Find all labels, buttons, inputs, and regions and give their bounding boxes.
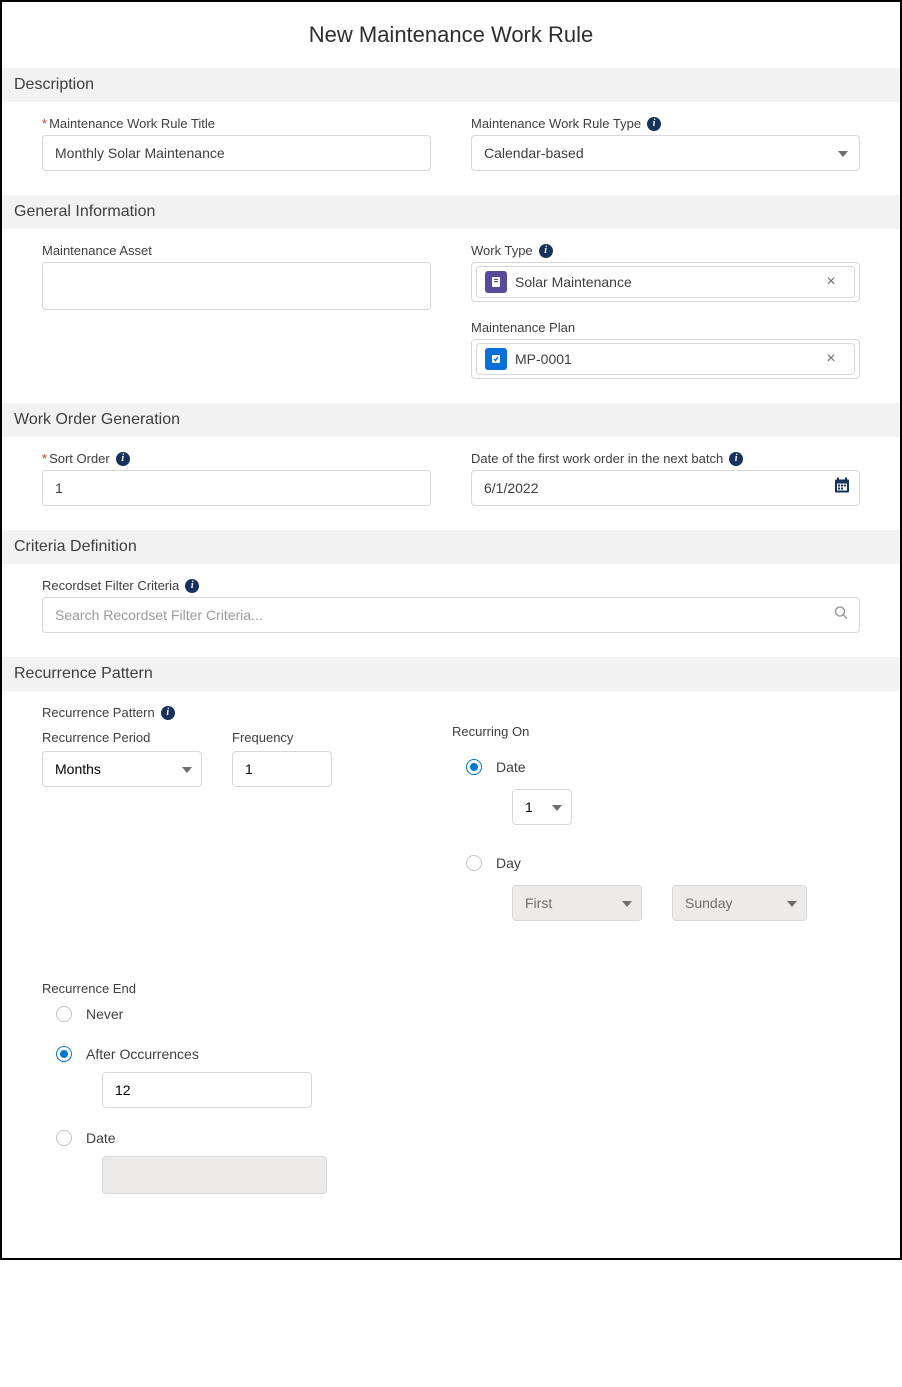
worktype-lookup[interactable]: Solar Maintenance × <box>471 262 860 302</box>
section-body-workorder: *Sort Order i Date of the first work ord… <box>2 437 900 530</box>
info-icon[interactable]: i <box>185 579 199 593</box>
filter-search-input[interactable] <box>42 597 860 633</box>
worktype-value: Solar Maintenance <box>515 274 814 290</box>
frequency-label: Frequency <box>232 730 332 745</box>
info-icon[interactable]: i <box>539 244 553 258</box>
end-date-input[interactable] <box>102 1156 327 1194</box>
radio-end-date[interactable] <box>56 1130 72 1146</box>
page-title: New Maintenance Work Rule <box>2 22 900 48</box>
info-icon[interactable]: i <box>161 706 175 720</box>
asset-input[interactable] <box>42 262 431 310</box>
section-header-recurrence: Recurrence Pattern <box>2 657 900 691</box>
close-icon[interactable]: × <box>822 350 840 368</box>
filter-label: Recordset Filter Criteria i <box>42 578 860 593</box>
radio-end-after[interactable] <box>56 1046 72 1062</box>
worktype-label: Work Type i <box>471 243 860 258</box>
type-select[interactable] <box>471 135 860 171</box>
info-icon[interactable]: i <box>647 117 661 131</box>
sort-input[interactable] <box>42 470 431 506</box>
firstdate-label: Date of the first work order in the next… <box>471 451 860 466</box>
day-ordinal-select[interactable] <box>512 885 642 921</box>
radio-end-never-label: Never <box>86 1006 123 1022</box>
section-body-general: Maintenance Asset Work Type i Solar M <box>2 229 900 403</box>
calendar-icon[interactable] <box>834 478 850 499</box>
period-select[interactable] <box>42 751 202 787</box>
section-body-recurrence: Recurrence Pattern i Recurrence Period <box>2 691 900 1218</box>
firstdate-input[interactable] <box>471 470 860 506</box>
radio-date-label: Date <box>496 759 526 775</box>
section-body-criteria: Recordset Filter Criteria i <box>2 564 900 657</box>
section-header-description: Description <box>2 68 900 102</box>
radio-date[interactable] <box>466 759 482 775</box>
type-label: Maintenance Work Rule Type i <box>471 116 860 131</box>
plan-label: Maintenance Plan <box>471 320 860 335</box>
title-input[interactable] <box>42 135 431 171</box>
section-body-description: *Maintenance Work Rule Title Maintenance… <box>2 102 900 195</box>
search-icon <box>834 606 848 625</box>
form-container: New Maintenance Work Rule Description *M… <box>0 0 902 1260</box>
info-icon[interactable]: i <box>729 452 743 466</box>
radio-end-date-label: Date <box>86 1130 116 1146</box>
required-asterisk: * <box>42 451 47 466</box>
radio-end-never[interactable] <box>56 1006 72 1022</box>
day-name-select[interactable] <box>672 885 807 921</box>
period-label: Recurrence Period <box>42 730 202 745</box>
radio-day-label: Day <box>496 855 521 871</box>
plan-value: MP-0001 <box>515 351 814 367</box>
asset-label: Maintenance Asset <box>42 243 431 258</box>
work-type-icon <box>485 271 507 293</box>
occurrences-input[interactable] <box>102 1072 312 1108</box>
plan-icon <box>485 348 507 370</box>
radio-day[interactable] <box>466 855 482 871</box>
sort-label: *Sort Order i <box>42 451 431 466</box>
section-header-workorder: Work Order Generation <box>2 403 900 437</box>
date-day-select[interactable] <box>512 789 572 825</box>
recurrence-end-label: Recurrence End <box>42 981 860 996</box>
plan-lookup[interactable]: MP-0001 × <box>471 339 860 379</box>
section-header-general: General Information <box>2 195 900 229</box>
close-icon[interactable]: × <box>822 273 840 291</box>
pattern-label: Recurrence Pattern i <box>42 705 860 720</box>
info-icon[interactable]: i <box>116 452 130 466</box>
radio-end-after-label: After Occurrences <box>86 1046 199 1062</box>
required-asterisk: * <box>42 116 47 131</box>
title-label: *Maintenance Work Rule Title <box>42 116 431 131</box>
section-header-criteria: Criteria Definition <box>2 530 900 564</box>
recurring-on-label: Recurring On <box>452 724 860 739</box>
frequency-input[interactable] <box>232 751 332 787</box>
